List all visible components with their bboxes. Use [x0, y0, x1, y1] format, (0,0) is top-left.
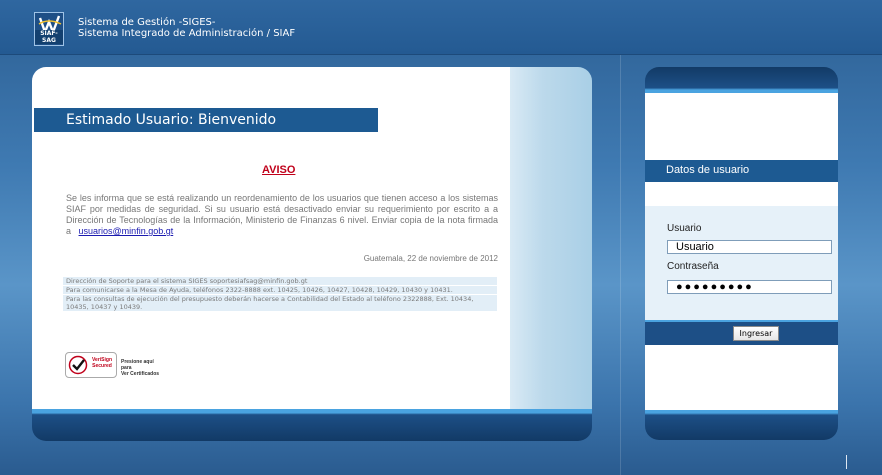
- login-panel-header: [645, 67, 838, 93]
- verisign-link-line2: Ver Certificados: [121, 371, 160, 377]
- login-form: Usuario Usuario Contraseña ●●●●●●●●●: [645, 206, 838, 320]
- login-panel-spacer: [645, 93, 838, 160]
- login-panel-spacer: [645, 345, 838, 410]
- support-info-line: Para las consultas de ejecución del pres…: [63, 295, 497, 311]
- logo-caption: SIAF-SAG: [35, 30, 63, 44]
- verisign-badge[interactable]: VeriSign Secured Presione aquí para Ver …: [65, 352, 165, 380]
- checkmark-icon: [68, 355, 88, 375]
- verisign-seal[interactable]: VeriSign Secured: [65, 352, 117, 378]
- support-info: Dirección de Soporte para el sistema SIG…: [63, 277, 497, 312]
- support-info-line: Dirección de Soporte para el sistema SIG…: [63, 277, 497, 285]
- welcome-panel-side-fade: [510, 67, 592, 415]
- support-info-line: Para comunicarse a la Mesa de Ayuda, tel…: [63, 286, 497, 294]
- header-title-line2: Sistema Integrado de Administración / SI…: [78, 28, 296, 39]
- username-label: Usuario: [667, 223, 702, 234]
- password-label: Contraseña: [667, 261, 719, 272]
- notice-date: Guatemala, 22 de noviembre de 2012: [363, 254, 498, 263]
- username-input[interactable]: Usuario: [667, 240, 832, 254]
- panel-divider: [620, 55, 621, 475]
- welcome-panel-footer: [32, 409, 592, 441]
- notice-text: Se les informa que se está realizando un…: [66, 193, 498, 237]
- login-panel-spacer: [645, 182, 838, 206]
- verisign-certificate-link[interactable]: Presione aquí para Ver Certificados: [121, 359, 165, 377]
- verisign-link-line1: Presione aquí para: [121, 359, 154, 371]
- login-submit-button[interactable]: Ingresar: [733, 326, 779, 341]
- text-cursor: [846, 455, 847, 469]
- siaf-logo: SIAF-SAG: [34, 12, 64, 46]
- login-section-title: Datos de usuario: [645, 160, 838, 182]
- header-titles: Sistema de Gestión -SIGES- Sistema Integ…: [78, 17, 295, 39]
- login-panel-footer: [645, 410, 838, 440]
- login-button-bar: Ingresar: [645, 320, 838, 345]
- header-title-line1: Sistema de Gestión -SIGES-: [78, 17, 216, 28]
- app-header: SIAF-SAG Sistema de Gestión -SIGES- Sist…: [0, 0, 882, 55]
- notice-title: AVISO: [262, 164, 296, 176]
- password-input[interactable]: ●●●●●●●●●: [667, 280, 832, 294]
- login-panel: Datos de usuario Usuario Usuario Contras…: [645, 67, 838, 440]
- welcome-heading: Estimado Usuario: Bienvenido: [34, 108, 378, 132]
- support-email-link[interactable]: usuarios@minfin.gob.gt: [79, 226, 174, 236]
- verisign-seal-label: VeriSign Secured: [91, 357, 112, 369]
